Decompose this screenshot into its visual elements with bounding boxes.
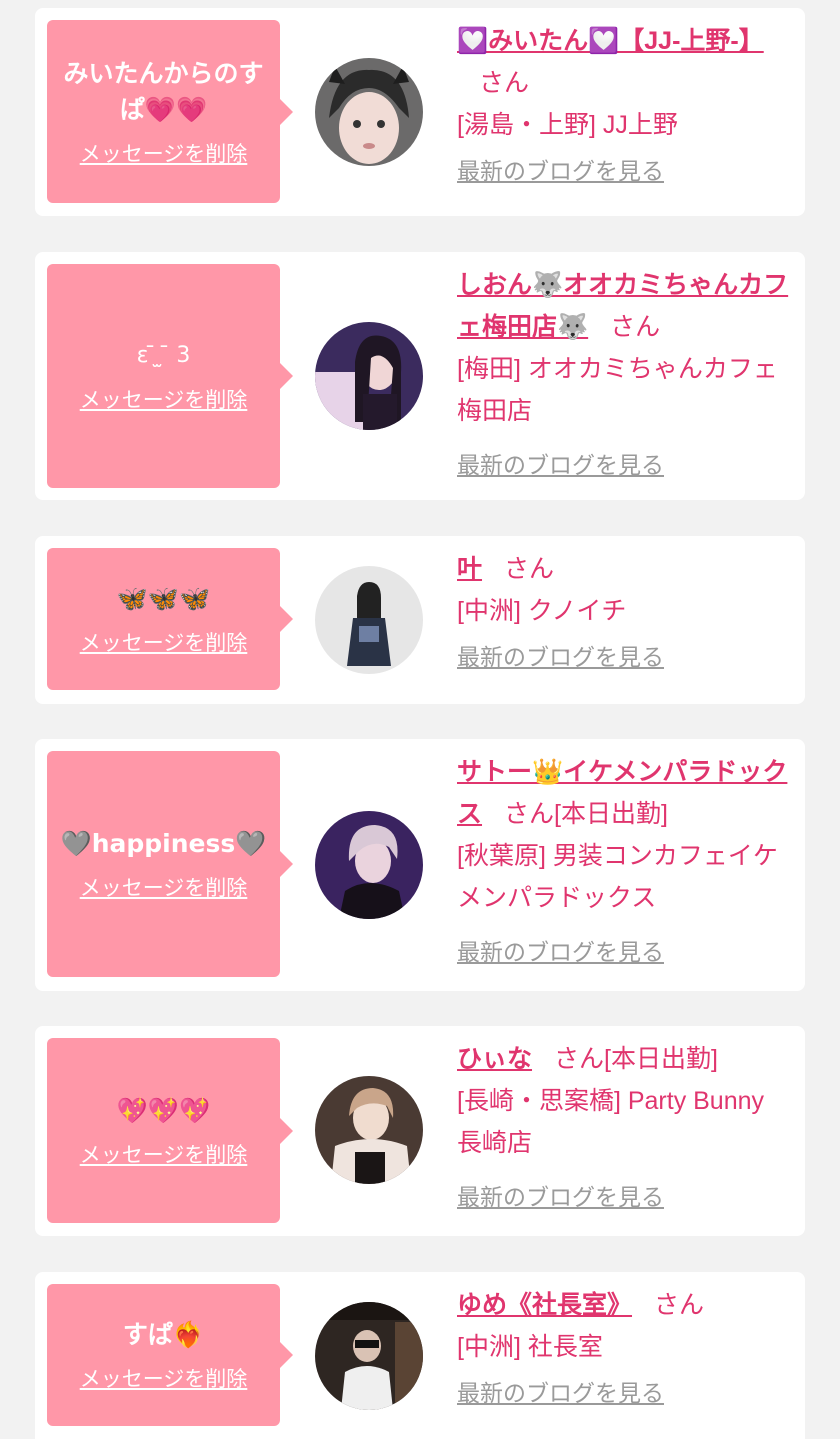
cast-info: 叶さん [中洲] クノイチ 最新のブログを見る	[457, 548, 793, 678]
cast-info: 💟みいたん💟【JJ-上野-】さん [湯島・上野] JJ上野 最新のブログを見る	[457, 20, 793, 192]
cast-info: ひぃな さん[本日出勤] [長崎・思案橋] Party Bunny 長崎店 最新の…	[457, 1038, 793, 1218]
avatar-photo-icon	[315, 1076, 423, 1184]
delete-message-link[interactable]: メッセージを削除	[80, 384, 248, 414]
latest-blog-link[interactable]: 最新のブログを見る	[457, 636, 664, 678]
shop-location: [梅田] オオカミちゃんカフェ梅田店	[457, 355, 778, 425]
latest-blog-link[interactable]: 最新のブログを見る	[457, 1176, 664, 1218]
status-badge: [本日出勤]	[554, 800, 668, 828]
avatar[interactable]	[315, 322, 423, 430]
message-bubble: ε ̄ ̫ ̄ 3 メッセージを削除	[47, 264, 293, 488]
message-bubble: 🦋🦋🦋 メッセージを削除	[47, 548, 293, 690]
avatar[interactable]	[315, 58, 423, 166]
latest-blog-link[interactable]: 最新のブログを見る	[457, 444, 664, 486]
avatar[interactable]	[315, 566, 423, 674]
shop-location: [中洲] クノイチ	[457, 597, 627, 625]
message-text: 🩶happiness🩶	[60, 829, 267, 858]
honorific: さん	[554, 1045, 605, 1073]
status-badge: [本日出勤]	[604, 1045, 718, 1073]
message-text: ε ̄ ̫ ̄ 3	[136, 343, 191, 368]
delete-message-link[interactable]: メッセージを削除	[80, 138, 248, 168]
message-card: 🦋🦋🦋 メッセージを削除 叶さん [中洲] クノイチ 最新のブログを見る	[35, 536, 805, 704]
message-card: 💖💖💖 メッセージを削除 ひぃな さん[本日出勤] [長崎・思案橋] Party …	[35, 1026, 805, 1236]
message-card: 🩶happiness🩶 メッセージを削除 サトー👑イケメンパラドックス さん[本日…	[35, 739, 805, 991]
delete-message-link[interactable]: メッセージを削除	[80, 1139, 248, 1169]
shop-location: [中洲] 社長室	[457, 1333, 603, 1361]
shop-location: [長崎・思案橋] Party Bunny 長崎店	[457, 1087, 765, 1157]
delete-message-link[interactable]: メッセージを削除	[80, 627, 248, 657]
message-bubble: 💖💖💖 メッセージを削除	[47, 1038, 293, 1223]
honorific: さん	[654, 1291, 705, 1319]
message-bubble: みいたんからのすぱ💗💗 メッセージを削除	[47, 20, 293, 203]
honorific: さん	[610, 313, 661, 341]
cast-info: しおん🐺オオカミちゃんカフェ梅田店🐺 さん [梅田] オオカミちゃんカフェ梅田店 …	[457, 264, 793, 486]
avatar[interactable]	[315, 1076, 423, 1184]
cast-info: サトー👑イケメンパラドックス さん[本日出勤] [秋葉原] 男装コンカフェイケメン…	[457, 751, 793, 973]
avatar-photo-icon	[315, 1302, 423, 1410]
message-bubble: すぱ❤️‍🔥 メッセージを削除	[47, 1284, 293, 1426]
avatar[interactable]	[315, 811, 423, 919]
message-text: みいたんからのすぱ💗💗	[63, 58, 264, 124]
honorific: さん	[504, 555, 555, 583]
avatar-photo-icon	[315, 566, 423, 674]
latest-blog-link[interactable]: 最新のブログを見る	[457, 931, 664, 973]
cast-name-link[interactable]: 💟みいたん💟【JJ-上野-】	[457, 27, 764, 55]
message-card: ε ̄ ̫ ̄ 3 メッセージを削除 しおん🐺オオカミちゃんカフェ梅田店🐺 さん …	[35, 252, 805, 500]
cast-name-link[interactable]: ひぃな	[457, 1045, 532, 1073]
cast-name-link[interactable]: ゆめ《社長室》	[457, 1291, 632, 1319]
message-card: すぱ❤️‍🔥 メッセージを削除 ゆめ《社長室》 さん [中洲] 社長室 最新のブロ…	[35, 1272, 805, 1439]
latest-blog-link[interactable]: 最新のブログを見る	[457, 1372, 664, 1414]
cast-name-link[interactable]: 叶	[457, 555, 482, 583]
cast-info: ゆめ《社長室》 さん [中洲] 社長室 最新のブログを見る	[457, 1284, 793, 1414]
shop-location: [湯島・上野] JJ上野	[457, 111, 678, 139]
shop-location: [秋葉原] 男装コンカフェイケメンパラドックス	[457, 842, 778, 912]
honorific: さん	[479, 69, 530, 97]
message-bubble: 🩶happiness🩶 メッセージを削除	[47, 751, 293, 977]
avatar-photo-icon	[315, 322, 423, 430]
message-list: みいたんからのすぱ💗💗 メッセージを削除 💟みいたん💟【JJ-上野-】さん [湯…	[0, 0, 840, 1439]
latest-blog-link[interactable]: 最新のブログを見る	[457, 150, 664, 192]
avatar-photo-icon	[315, 58, 423, 166]
delete-message-link[interactable]: メッセージを削除	[80, 1363, 248, 1393]
avatar-photo-icon	[315, 811, 423, 919]
avatar[interactable]	[315, 1302, 423, 1410]
message-text: 🦋🦋🦋	[116, 584, 211, 613]
message-text: 💖💖💖	[116, 1095, 211, 1125]
delete-message-link[interactable]: メッセージを削除	[80, 872, 248, 902]
message-card: みいたんからのすぱ💗💗 メッセージを削除 💟みいたん💟【JJ-上野-】さん [湯…	[35, 8, 805, 216]
message-text: すぱ❤️‍🔥	[122, 1320, 205, 1349]
honorific: さん	[504, 800, 555, 828]
